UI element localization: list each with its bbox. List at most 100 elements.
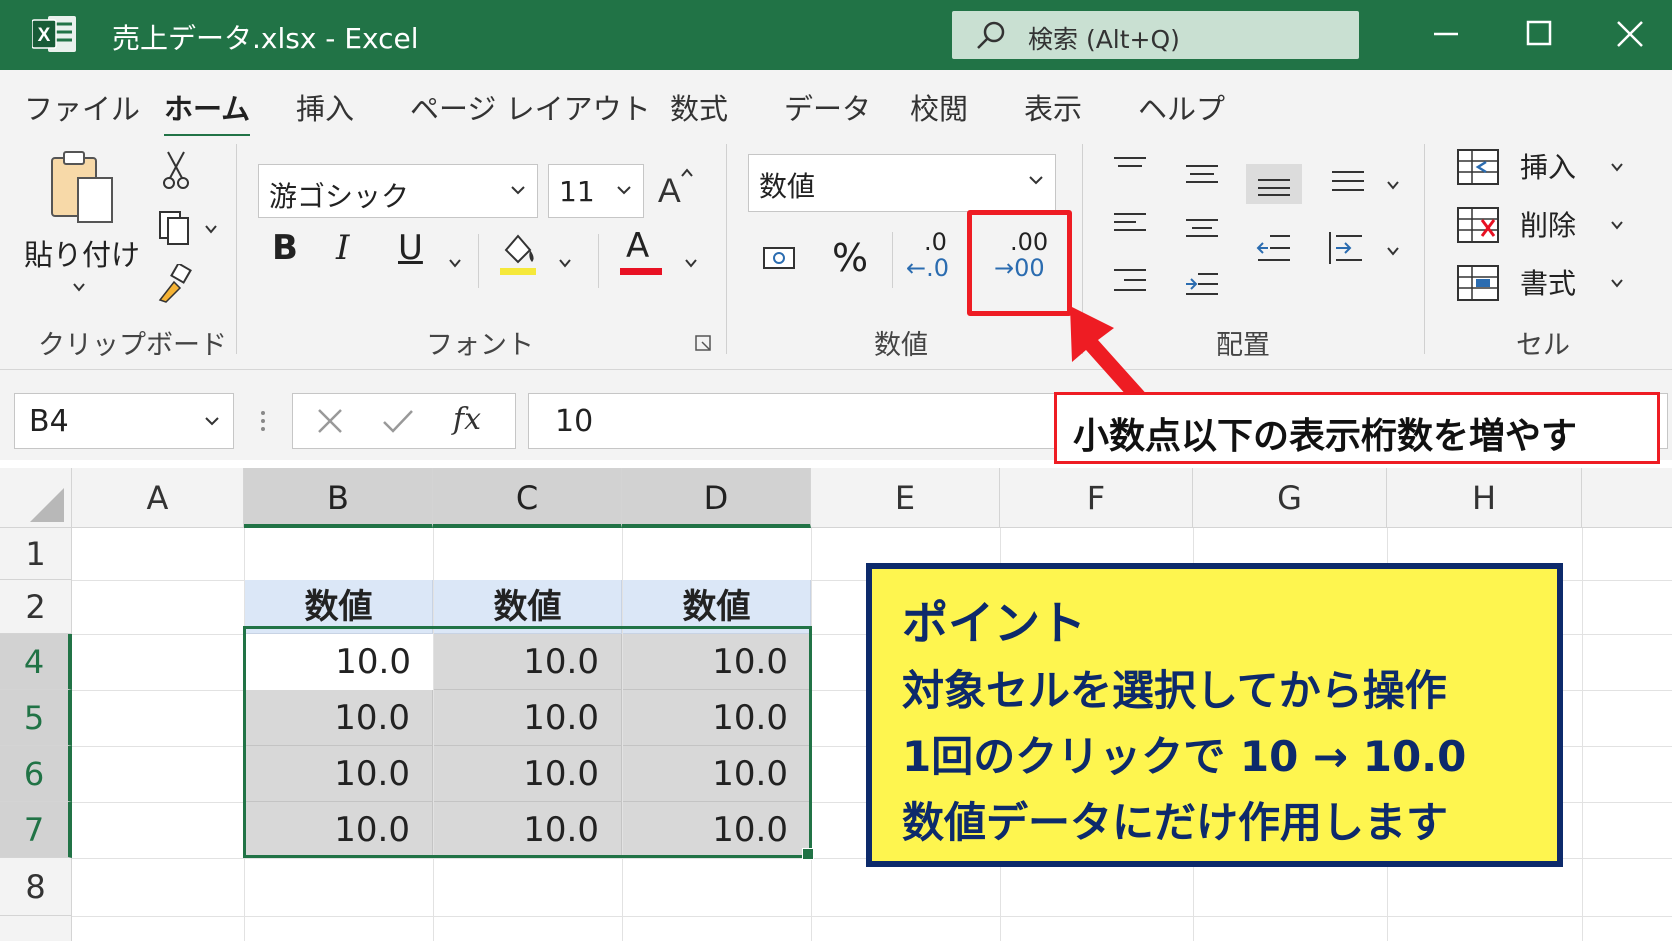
point-line-3: 数値データにだけ作用します <box>902 798 1449 847</box>
font-color-letter: A <box>626 226 650 266</box>
row-header-1[interactable]: 1 <box>0 528 72 580</box>
column-header-c[interactable]: C <box>433 468 622 528</box>
insert-cells-icon[interactable] <box>1456 148 1500 186</box>
cut-icon[interactable] <box>162 150 190 190</box>
font-size-select[interactable]: 11 <box>548 164 644 218</box>
group-separator <box>598 234 599 288</box>
chevron-down-icon[interactable] <box>1608 274 1626 292</box>
row-header-7[interactable]: 7 <box>0 802 72 858</box>
paste-icon <box>51 151 113 223</box>
enter-check-icon[interactable] <box>381 406 415 436</box>
chevron-down-icon[interactable] <box>446 254 464 272</box>
row-header-4[interactable]: 4 <box>0 634 72 690</box>
tab-file[interactable]: ファイル <box>24 86 140 128</box>
accounting-format-icon[interactable] <box>762 242 798 276</box>
clipboard-group-label: クリップボード <box>38 330 227 361</box>
chevron-down-icon[interactable] <box>1384 242 1402 260</box>
group-separator <box>1424 144 1425 354</box>
decrease-decimal-top: .0 <box>924 228 947 256</box>
row-header-next <box>0 916 72 941</box>
column-header-d[interactable]: D <box>622 468 811 528</box>
tab-data[interactable]: データ <box>784 86 871 128</box>
minimize-icon[interactable] <box>1416 10 1476 58</box>
chevron-down-icon[interactable] <box>556 254 574 272</box>
point-line-2: 1回のクリックで 10 → 10.0 <box>902 732 1467 781</box>
delete-cells-icon[interactable] <box>1456 206 1500 244</box>
format-painter-icon[interactable] <box>156 264 196 304</box>
font-color-swatch <box>620 268 662 275</box>
chevron-down-icon <box>511 186 525 195</box>
row-header-8[interactable]: 8 <box>0 858 72 916</box>
font-group-label: フォント <box>426 330 534 361</box>
column-header-a[interactable]: A <box>72 468 244 528</box>
row-header-6[interactable]: 6 <box>0 746 72 802</box>
tab-insert[interactable]: 挿入 <box>296 86 354 128</box>
row-header-2[interactable]: 2 <box>0 580 72 634</box>
bottom-align-icon <box>1258 179 1290 196</box>
row-header-5[interactable]: 5 <box>0 690 72 746</box>
maximize-icon[interactable] <box>1508 10 1568 58</box>
increase-indent-icon[interactable] <box>1184 270 1220 302</box>
dialog-launcher-icon[interactable] <box>694 334 714 354</box>
column-header-h[interactable]: H <box>1387 468 1582 528</box>
increase-font-size-icon[interactable]: A <box>656 164 696 208</box>
insert-function-button[interactable]: fx <box>453 402 481 437</box>
fill-color-icon[interactable] <box>496 228 540 276</box>
insert-cells-label[interactable]: 挿入 <box>1520 146 1576 186</box>
paste-button[interactable]: 貼り付け <box>20 148 140 308</box>
format-cells-label[interactable]: 書式 <box>1520 262 1576 302</box>
copy-icon[interactable] <box>156 208 196 248</box>
ribbon: 貼り付け クリップボード 游ゴシック 11 A B I U A フォント 数値 … <box>0 136 1672 370</box>
tab-page-layout[interactable]: ページ レイアウト <box>410 86 651 128</box>
decrease-indent-icon[interactable] <box>1256 232 1292 266</box>
svg-text:A: A <box>658 172 681 208</box>
cancel-icon[interactable] <box>315 406 345 436</box>
font-color-button[interactable]: A <box>620 226 664 278</box>
chevron-down-icon[interactable] <box>1384 176 1402 194</box>
align-right-icon[interactable] <box>1112 266 1148 298</box>
chevron-down-icon[interactable] <box>202 220 220 238</box>
search-box[interactable]: 検索 (Alt+Q) <box>952 11 1359 59</box>
column-header-f[interactable]: F <box>1000 468 1193 528</box>
orientation-icon[interactable] <box>1330 168 1366 196</box>
search-icon <box>977 21 1005 49</box>
bold-button[interactable]: B <box>272 228 298 268</box>
tab-view[interactable]: 表示 <box>1024 86 1082 128</box>
column-header-b[interactable]: B <box>244 468 433 528</box>
fill-handle[interactable] <box>802 848 814 860</box>
align-center-icon[interactable] <box>1184 216 1220 246</box>
name-box[interactable]: B4 <box>14 393 234 449</box>
delete-cells-label[interactable]: 削除 <box>1520 204 1576 244</box>
format-cells-icon[interactable] <box>1456 264 1500 302</box>
select-all-button[interactable] <box>0 468 72 528</box>
tab-review[interactable]: 校閲 <box>910 86 968 128</box>
excel-logo-icon: X <box>31 14 78 54</box>
chevron-down-icon[interactable] <box>682 254 700 272</box>
tab-help[interactable]: ヘルプ <box>1138 86 1225 128</box>
chevron-down-icon[interactable] <box>1608 216 1626 234</box>
column-header-e[interactable]: E <box>811 468 1000 528</box>
decrease-decimal-button[interactable]: .0 ←.0 <box>906 228 956 284</box>
ribbon-tabs: ファイル ホーム 挿入 ページ レイアウト 数式 データ 校閲 表示 ヘルプ <box>0 70 1672 138</box>
align-left-icon[interactable] <box>1112 210 1148 240</box>
chevron-down-icon <box>73 283 85 292</box>
gridline <box>72 916 1672 917</box>
middle-align-icon[interactable] <box>1184 160 1220 190</box>
wrap-text-icon[interactable] <box>1328 230 1364 266</box>
column-header-g[interactable]: G <box>1193 468 1387 528</box>
formula-value: 10 <box>555 404 594 439</box>
chevron-down-icon[interactable] <box>1608 158 1626 176</box>
number-format-select[interactable]: 数値 <box>748 154 1056 212</box>
tab-home[interactable]: ホーム <box>164 86 251 138</box>
italic-button[interactable]: I <box>336 228 349 268</box>
bottom-align-button[interactable] <box>1246 164 1302 204</box>
point-title: ポイント <box>902 596 1086 650</box>
close-icon[interactable] <box>1600 10 1660 58</box>
tab-formulas[interactable]: 数式 <box>670 86 728 128</box>
underline-button[interactable]: U <box>398 228 423 268</box>
chevron-down-icon <box>1029 176 1043 185</box>
percent-style-button[interactable]: % <box>832 236 868 280</box>
group-separator <box>236 144 237 354</box>
top-align-icon[interactable] <box>1112 154 1148 184</box>
font-name-select[interactable]: 游ゴシック <box>258 164 538 218</box>
